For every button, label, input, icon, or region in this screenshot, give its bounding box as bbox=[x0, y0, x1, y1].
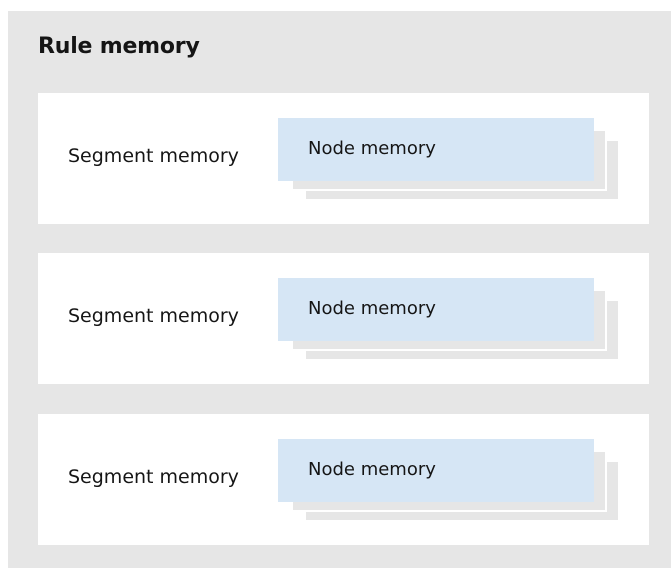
segment-memory-box: Segment memory Node memory bbox=[38, 414, 649, 545]
segment-memory-box: Segment memory Node memory bbox=[38, 93, 649, 224]
segment-memory-label: Segment memory bbox=[68, 305, 239, 327]
segment-memory-box: Segment memory Node memory bbox=[38, 253, 649, 384]
node-memory-label: Node memory bbox=[308, 298, 436, 319]
node-memory-box: Node memory bbox=[278, 439, 594, 502]
segment-memory-label: Segment memory bbox=[68, 466, 239, 488]
node-memory-label: Node memory bbox=[308, 138, 436, 159]
segment-memory-label: Segment memory bbox=[68, 145, 239, 167]
rule-memory-title: Rule memory bbox=[38, 34, 200, 59]
node-memory-box: Node memory bbox=[278, 278, 594, 341]
node-memory-label: Node memory bbox=[308, 459, 436, 480]
node-memory-box: Node memory bbox=[278, 118, 594, 181]
